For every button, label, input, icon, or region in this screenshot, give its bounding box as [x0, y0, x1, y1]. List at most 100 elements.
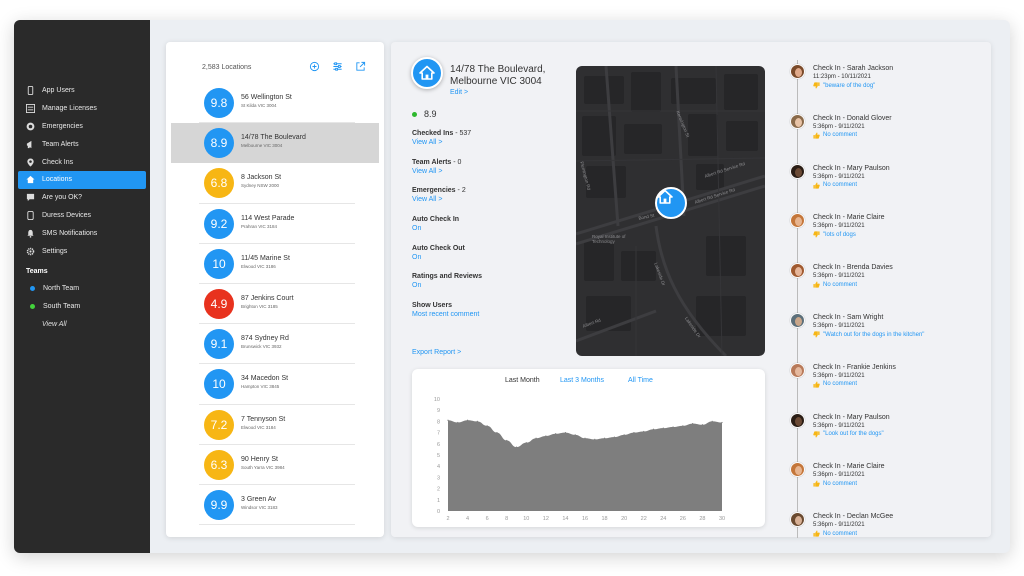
stat-item: Team Alerts - 0 View All >: [412, 159, 562, 188]
location-suburb: Elwood VIC 3186: [241, 263, 276, 269]
x-tick-label: 30: [719, 516, 725, 522]
sidebar-team-north[interactable]: North Team: [18, 280, 146, 298]
location-suburb: Melbourne VIC 3004: [241, 143, 283, 149]
stat-title: Auto Check Out: [412, 244, 465, 252]
checkin-item[interactable]: Check In - Marie Claire 5:36pm - 9/11/202…: [790, 458, 990, 498]
avatar-face: [795, 267, 802, 277]
location-row[interactable]: 6.8 8 Jackson St Sydney NSW 2000: [199, 163, 355, 204]
sidebar-item-emergencies[interactable]: Emergencies: [18, 118, 146, 136]
comment-text: No comment: [823, 480, 858, 487]
checkin-item[interactable]: Check In - Sam Wright 5:36pm - 9/11/2021 "…: [790, 309, 990, 349]
checkin-title: Check In - Marie Claire: [813, 463, 885, 471]
location-row[interactable]: 4.9 87 Jenkins Court Brighton VIC 3185: [199, 284, 355, 325]
stat-link[interactable]: View All >: [412, 139, 562, 146]
score-badge: 6.3: [204, 449, 234, 480]
location-row[interactable]: 9.2 114 West Parade Prahran VIC 3184: [199, 204, 355, 244]
checkin-title: Check In - Declan McGee: [813, 513, 894, 521]
sidebar-item-check-ins[interactable]: Check Ins: [18, 153, 146, 171]
location-map[interactable]: Kensington St Bond St Flemington Rd Royal I…: [576, 66, 765, 356]
stat-label: Ratings and Reviews: [412, 273, 562, 280]
checkin-comment: "beware of the dog": [813, 82, 875, 89]
status-dot: [412, 111, 417, 117]
data-point: [545, 435, 547, 437]
checkin-area-chart: 0123456789102 4 6 8 10 12 14 16 18 20 22 24 26 28 30: [434, 397, 725, 522]
stat-label: Auto Check Out: [412, 245, 562, 252]
stat-link[interactable]: View All >: [412, 168, 562, 175]
checkin-title: Check In - Mary Paulson: [813, 413, 890, 421]
sidebar-item-team-alerts[interactable]: Team Alerts: [18, 135, 146, 153]
location-name: 114 West Parade: [241, 214, 295, 222]
location-row[interactable]: 10 11/45 Marine St Elwood VIC 3186: [199, 244, 355, 284]
comment-text: No comment: [823, 132, 858, 139]
stat-item: Show Users Most recent comment: [412, 302, 562, 331]
location-rating: 8.9: [412, 109, 437, 119]
checkin-item[interactable]: Check In - Sarah Jackson 11:23pm - 10/11/…: [790, 60, 990, 100]
phone-icon: [26, 86, 35, 96]
x-tick-label: 12: [543, 516, 549, 522]
comment-text: "Watch out for the dogs in the kitchen": [823, 331, 925, 338]
location-row[interactable]: 8.9 14/78 The Boulevard Melbourne VIC 3004: [171, 123, 379, 164]
sidebar-item-duress-devices[interactable]: Duress Devices: [18, 207, 146, 225]
stat-link[interactable]: On: [412, 282, 562, 289]
avatar-face: [795, 217, 802, 227]
data-point: [643, 430, 645, 433]
locations-list: 9.8 56 Wellington St St Kilda VIC 3004 8.9 1…: [171, 83, 379, 526]
teams-view-all-link[interactable]: View All: [18, 316, 146, 334]
sidebar-item-sms-notifications[interactable]: SMS Notifications: [18, 224, 146, 242]
thumbs-up-icon: [813, 530, 820, 537]
checkin-item[interactable]: Check In - Mary Paulson 5:36pm - 9/11/202…: [790, 409, 990, 449]
sidebar-item-label: SMS Notifications: [42, 229, 98, 237]
location-row[interactable]: 10 34 Macedon St Hampton VIC 3845: [199, 364, 355, 405]
checkin-item[interactable]: Check In - Declan McGee 5:36pm - 9/11/202…: [790, 508, 990, 548]
sidebar-item-locations[interactable]: Locations: [18, 170, 146, 189]
sidebar-item-label: Duress Devices: [42, 211, 92, 219]
data-point: [613, 436, 615, 438]
sidebar-item-settings[interactable]: Settings: [18, 242, 146, 260]
stat-link[interactable]: Most recent comment: [412, 311, 562, 318]
checkin-item[interactable]: Check In - Donald Glover 5:36pm - 9/11/20…: [790, 110, 990, 150]
edit-link[interactable]: Edit >: [450, 89, 468, 96]
checkin-comment: No comment: [813, 132, 857, 139]
location-row[interactable]: 6.3 90 Henry St South Yarra VIC 3984: [199, 445, 355, 485]
sidebar-item-app-users[interactable]: App Users: [18, 82, 146, 100]
export-icon[interactable]: [355, 61, 366, 72]
x-tick-label: 16: [582, 516, 588, 522]
checkin-item[interactable]: Check In - Mary Paulson 5:36pm - 9/11/202…: [790, 160, 990, 200]
checkin-item[interactable]: Check In - Marie Claire 5:36pm - 9/11/202…: [790, 209, 990, 249]
stat-item: Auto Check Out On: [412, 245, 562, 274]
filter-icon[interactable]: [332, 61, 343, 72]
data-point: [447, 419, 449, 421]
location-row[interactable]: 9.9 3 Green Av Windsor VIC 3183: [199, 485, 355, 526]
score-badge: 10: [204, 248, 234, 279]
location-address: 14/78 The Boulevard, Melbourne VIC 3004: [450, 64, 545, 88]
checkin-title: Check In - Brenda Davies: [813, 264, 893, 272]
data-point: [466, 419, 469, 421]
sidebar-item-label: Settings: [42, 247, 68, 255]
x-tick-label: 10: [523, 516, 529, 522]
location-row[interactable]: 9.1 874 Sydney Rd Brunswick VIC 3932: [199, 324, 355, 365]
add-icon[interactable]: [309, 61, 320, 72]
sidebar-item-manage-licenses[interactable]: Manage Licenses: [18, 100, 146, 118]
stat-link[interactable]: On: [412, 254, 562, 261]
sidebar-item-are-you-ok[interactable]: Are you OK?: [18, 189, 146, 207]
stat-link[interactable]: View All >: [412, 196, 562, 203]
checkin-chart-card: Last Month Last 3 Months All Time 012345…: [412, 369, 765, 527]
location-name: 90 Henry St: [241, 455, 278, 463]
comment-text: No comment: [823, 530, 858, 537]
avatar: [790, 113, 805, 129]
location-row[interactable]: 7.2 7 Tennyson St Elwood VIC 3184: [199, 405, 355, 445]
y-tick-label: 6: [437, 442, 440, 448]
avatar: [790, 263, 805, 279]
checkin-comment: "Look out for the dogs": [813, 430, 884, 438]
export-report-link[interactable]: Export Report >: [412, 349, 461, 356]
checkin-item[interactable]: Check In - Frankie Jenkins 5:36pm - 9/11/…: [790, 359, 990, 399]
stat-link[interactable]: On: [412, 225, 562, 232]
comment-text: "beware of the dog": [823, 82, 876, 89]
sidebar-team-south[interactable]: South Team: [18, 298, 146, 316]
avatar: [790, 412, 805, 428]
location-suburb: Brunswick VIC 3932: [241, 344, 282, 350]
location-row[interactable]: 9.8 56 Wellington St St Kilda VIC 3004: [199, 83, 355, 124]
checkin-item[interactable]: Check In - Brenda Davies 5:36pm - 9/11/20…: [790, 259, 990, 299]
stat-item: Emergencies - 2 View All >: [412, 187, 562, 216]
team-label: South Team: [43, 303, 81, 311]
